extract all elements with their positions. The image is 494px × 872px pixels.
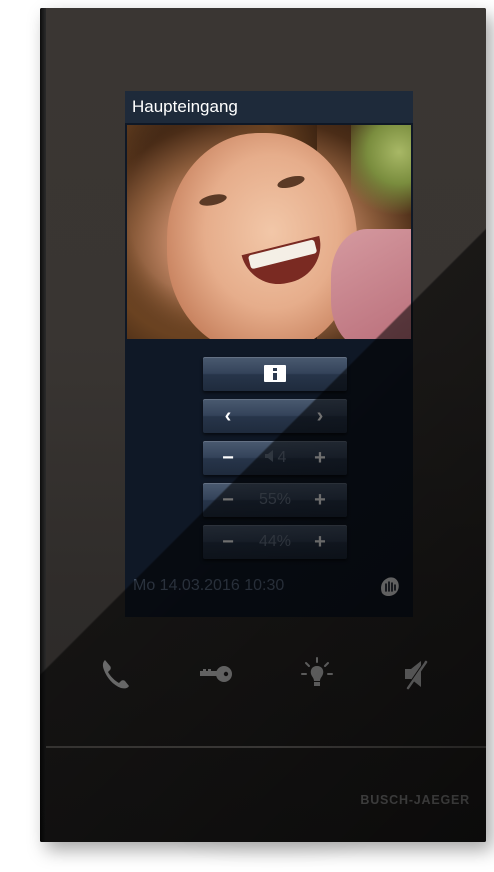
next-camera-button[interactable]: › — [305, 399, 335, 433]
contrast-increase-button[interactable]: + — [305, 525, 335, 559]
camera-navigation-control: ‹ › — [203, 399, 347, 433]
contrast-control: − 44% + — [203, 525, 347, 559]
info-icon — [264, 365, 286, 382]
panel-divider — [46, 746, 486, 748]
speaker-icon — [264, 450, 273, 462]
touch-hand-icon[interactable] — [377, 573, 403, 599]
key-icon[interactable] — [196, 654, 236, 694]
brightness-decrease-button[interactable]: − — [213, 483, 243, 517]
brightness-control: − 55% + — [203, 483, 347, 517]
door-intercom-panel: Haupteingang ‹ › − 4 + − 55% + − 44% + M… — [40, 8, 486, 842]
contrast-decrease-button[interactable]: − — [213, 525, 243, 559]
mute-icon[interactable] — [397, 654, 437, 694]
contrast-value: 44% — [258, 533, 292, 550]
volume-increase-button[interactable]: + — [305, 441, 335, 475]
volume-level: 4 — [277, 449, 287, 466]
brightness-value: 55% — [258, 491, 292, 508]
volume-control: − 4 + — [203, 441, 347, 475]
date-time-status: Mo 14.03.2016 10:30 — [133, 577, 285, 594]
camera-video-feed — [127, 125, 411, 339]
touch-screen: Haupteingang ‹ › − 4 + − 55% + − 44% + M… — [125, 91, 413, 617]
brand-logo: BUSCH-JAEGER — [360, 793, 470, 807]
brightness-increase-button[interactable]: + — [305, 483, 335, 517]
phone-icon[interactable] — [96, 654, 136, 694]
light-icon[interactable] — [297, 654, 337, 694]
device-edge — [40, 8, 46, 842]
previous-camera-button[interactable]: ‹ — [213, 399, 243, 433]
info-button[interactable] — [203, 357, 347, 391]
volume-decrease-button[interactable]: − — [213, 441, 243, 475]
volume-value: 4 — [243, 441, 307, 475]
screen-title: Haupteingang — [125, 91, 413, 123]
